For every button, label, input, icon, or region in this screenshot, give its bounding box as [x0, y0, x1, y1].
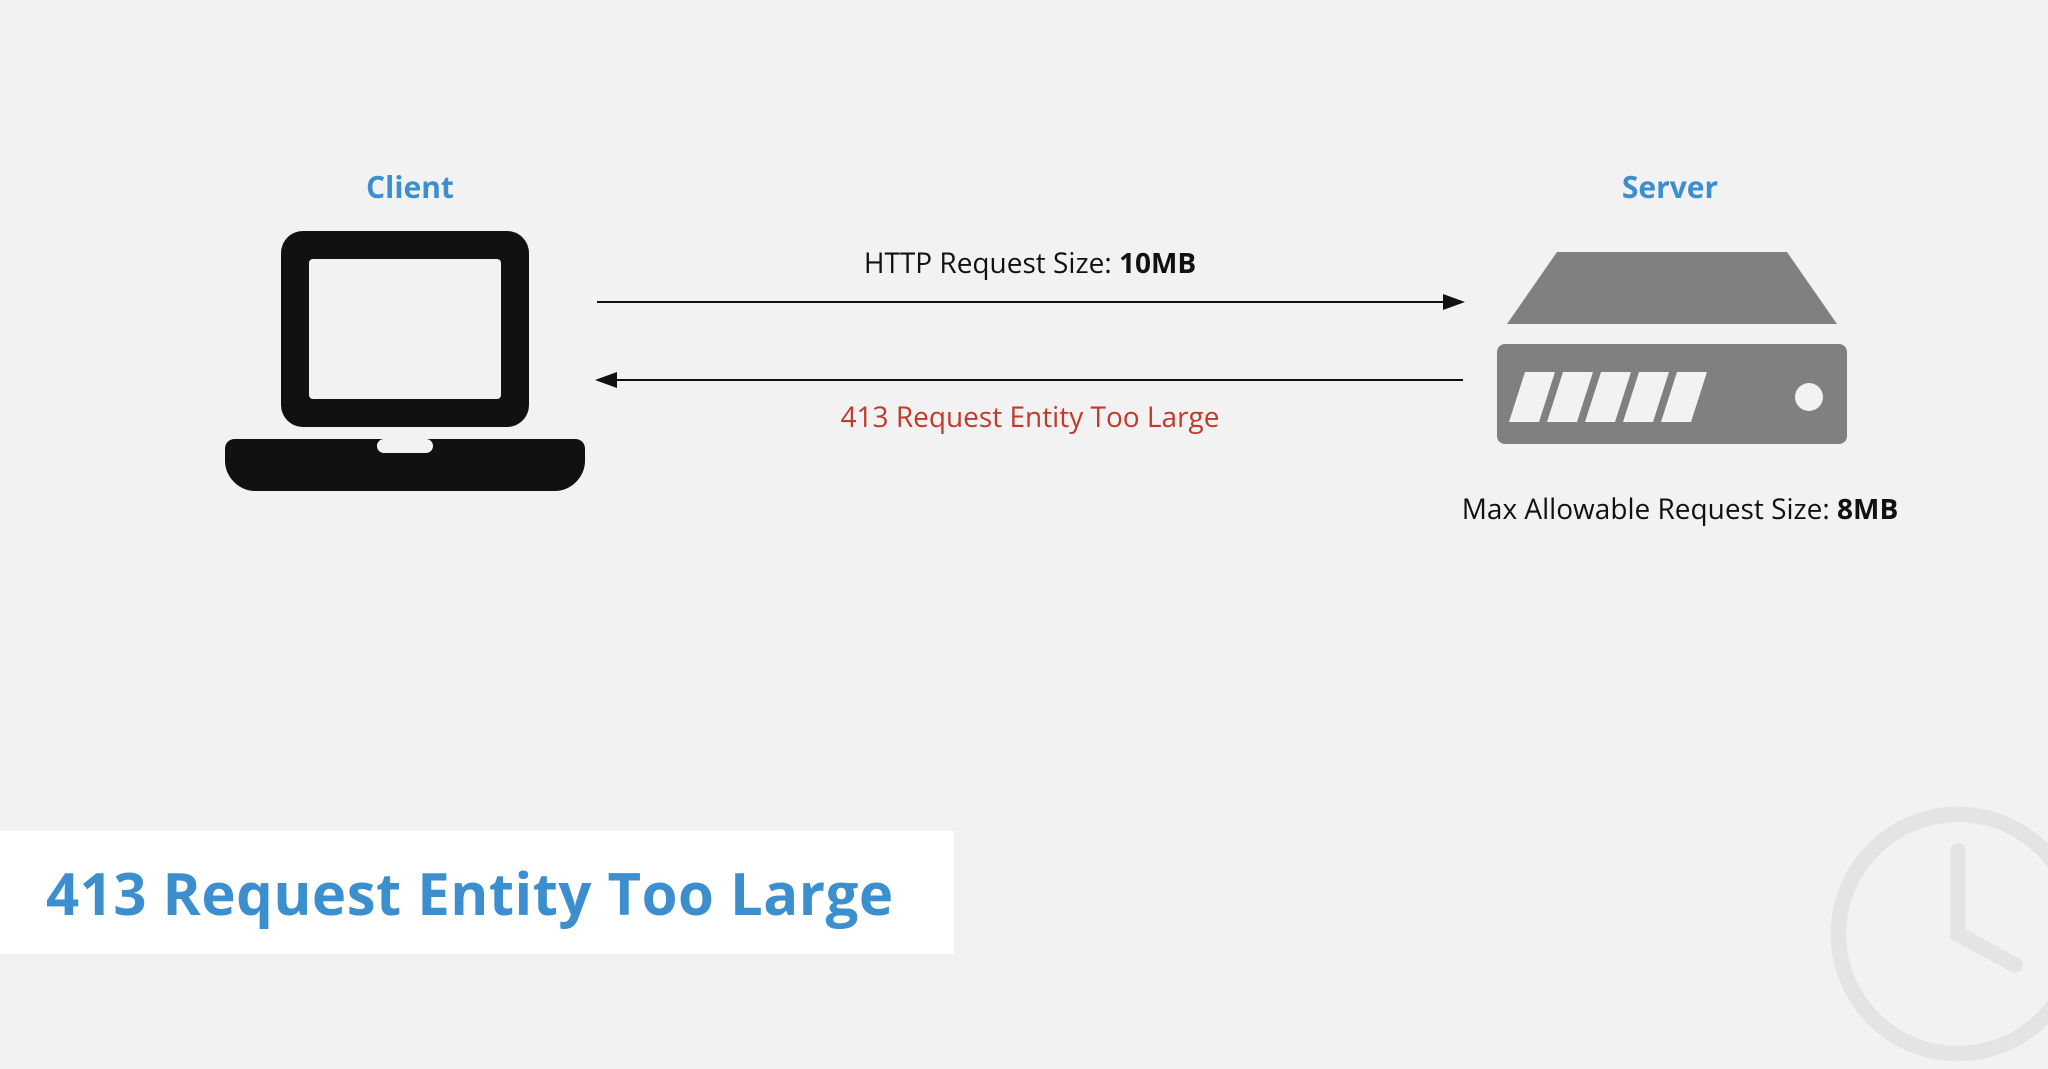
title-bar: 413 Request Entity Too Large — [0, 831, 954, 954]
server-max-size: 8MB — [1837, 490, 1898, 528]
request-label: HTTP Request Size: 10MB — [595, 244, 1465, 282]
arrow-right-icon — [595, 292, 1465, 312]
server-icon — [1497, 252, 1847, 457]
client-label: Client — [310, 166, 510, 207]
page-title: 413 Request Entity Too Large — [46, 853, 894, 932]
request-arrow-row: HTTP Request Size: 10MB — [595, 244, 1465, 312]
arrow-left-icon — [595, 370, 1465, 390]
response-label: 413 Request Entity Too Large — [595, 398, 1465, 436]
server-label: Server — [1570, 166, 1770, 207]
response-arrow-row: 413 Request Entity Too Large — [595, 370, 1465, 436]
server-caption: Max Allowable Request Size: 8MB — [1430, 490, 1930, 528]
watermark-icon — [1828, 804, 2048, 1064]
server-caption-prefix: Max Allowable Request Size: — [1462, 490, 1837, 528]
request-size: 10MB — [1119, 244, 1196, 282]
laptop-icon — [225, 225, 585, 505]
request-label-prefix: HTTP Request Size: — [864, 244, 1119, 282]
